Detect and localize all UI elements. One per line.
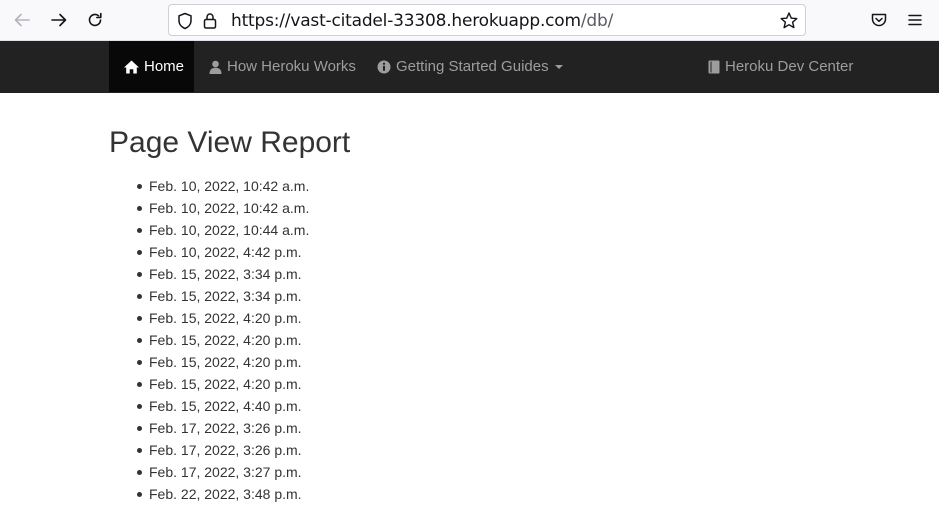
app-menu-button[interactable]: [902, 8, 928, 32]
page-view-list: Feb. 10, 2022, 10:42 a.m. Feb. 10, 2022, …: [109, 175, 309, 505]
lock-icon[interactable]: [203, 12, 217, 30]
list-item: Feb. 15, 2022, 4:40 p.m.: [109, 395, 309, 417]
list-item: Feb. 15, 2022, 3:34 p.m.: [109, 263, 309, 285]
pocket-icon: [871, 13, 887, 27]
list-item: Feb. 17, 2022, 3:26 p.m.: [109, 439, 309, 461]
page-title: Page View Report: [109, 126, 351, 159]
user-icon: [209, 60, 222, 74]
list-item: Feb. 17, 2022, 3:26 p.m.: [109, 417, 309, 439]
caret-down-icon: [554, 64, 563, 69]
forward-arrow-icon: [51, 13, 67, 27]
url-text[interactable]: https://vast-citadel-33308.herokuapp.com…: [231, 11, 613, 31]
info-icon: [377, 60, 391, 74]
list-item: Feb. 15, 2022, 4:20 p.m.: [109, 307, 309, 329]
reload-button[interactable]: [82, 8, 108, 32]
book-icon: [708, 60, 720, 74]
back-button[interactable]: [9, 8, 35, 32]
list-item: Feb. 10, 2022, 10:42 a.m.: [109, 175, 309, 197]
url-path: /db/: [580, 11, 614, 31]
pocket-button[interactable]: [866, 8, 892, 32]
shield-icon[interactable]: [177, 12, 193, 30]
nav-how-label: How Heroku Works: [227, 58, 356, 75]
list-item: Feb. 10, 2022, 10:44 a.m.: [109, 219, 309, 241]
reload-icon: [88, 12, 102, 27]
nav-home-label: Home: [144, 58, 185, 75]
list-item: Feb. 15, 2022, 4:20 p.m.: [109, 329, 309, 351]
nav-getting-started-dropdown[interactable]: Getting Started Guides: [377, 41, 563, 92]
nav-dev-center[interactable]: Heroku Dev Center: [708, 41, 853, 92]
home-icon: [124, 60, 139, 74]
browser-toolbar: https://vast-citadel-33308.herokuapp.com…: [0, 0, 939, 41]
list-item: Feb. 10, 2022, 4:42 p.m.: [109, 241, 309, 263]
address-bar[interactable]: https://vast-citadel-33308.herokuapp.com…: [168, 4, 806, 36]
back-arrow-icon: [14, 13, 30, 27]
nav-devcenter-label: Heroku Dev Center: [725, 58, 854, 75]
forward-button[interactable]: [46, 8, 72, 32]
nav-how-heroku-works[interactable]: How Heroku Works: [209, 41, 356, 92]
star-icon[interactable]: [779, 11, 799, 31]
list-item: Feb. 22, 2022, 3:48 p.m.: [109, 483, 309, 505]
hamburger-menu-icon: [908, 14, 922, 26]
nav-home[interactable]: Home: [109, 41, 194, 92]
list-item: Feb. 15, 2022, 4:20 p.m.: [109, 373, 309, 395]
nav-guides-label: Getting Started Guides: [396, 58, 549, 75]
url-main: https://vast-citadel-33308.herokuapp.com: [231, 11, 581, 31]
site-navbar: Home How Heroku Works Getting Started Gu…: [0, 41, 939, 93]
list-item: Feb. 15, 2022, 4:20 p.m.: [109, 351, 309, 373]
list-item: Feb. 10, 2022, 10:42 a.m.: [109, 197, 309, 219]
list-item: Feb. 15, 2022, 3:34 p.m.: [109, 285, 309, 307]
list-item: Feb. 17, 2022, 3:27 p.m.: [109, 461, 309, 483]
